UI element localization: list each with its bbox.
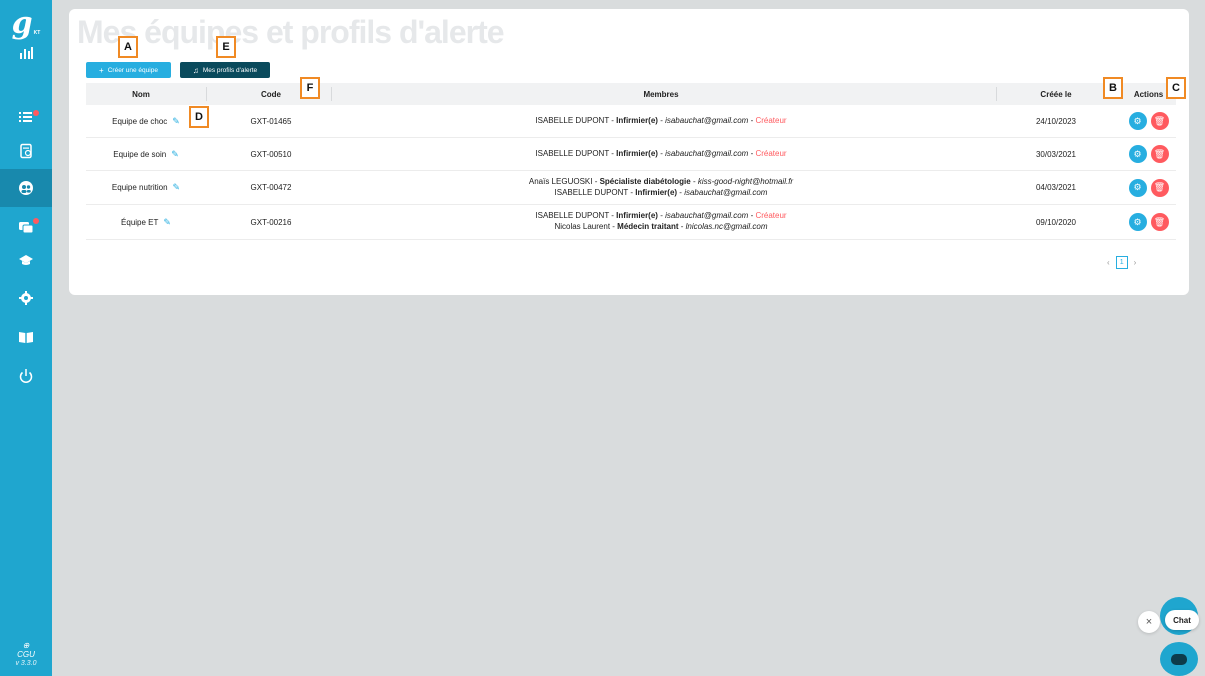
prev-page-icon[interactable]: ‹ xyxy=(1107,258,1110,267)
header-name: Nom xyxy=(132,89,150,99)
table-header: Nom Code Membres Créée le Actions xyxy=(86,83,1176,105)
header-created: Créée le xyxy=(1040,89,1072,99)
trash-icon: 🗑 xyxy=(1153,216,1166,227)
create-team-button[interactable]: + Créer une équipe xyxy=(86,62,171,78)
actions-cell: ⚙ 🗑 xyxy=(1121,205,1176,239)
member-line: ISABELLE DUPONT - Infirmier(e) - isabauc… xyxy=(535,148,787,158)
delete-button[interactable]: 🗑 xyxy=(1150,178,1169,197)
header-members: Membres xyxy=(643,89,679,99)
gear-icon: ⚙ xyxy=(1133,216,1142,227)
team-code: GXT-00216 xyxy=(250,217,292,227)
actions-cell: ⚙ 🗑 xyxy=(1121,171,1176,204)
marker-d: D xyxy=(189,106,209,128)
gear-icon: ⚙ xyxy=(1133,148,1142,159)
settings-button[interactable]: ⚙ xyxy=(1128,112,1147,130)
plus-icon: + xyxy=(99,65,104,75)
delete-button[interactable]: 🗑 xyxy=(1150,112,1169,130)
nav-teams-icon[interactable] xyxy=(0,169,52,207)
actions-cell: ⚙ 🗑 xyxy=(1121,138,1176,170)
gear-icon: ⚙ xyxy=(1133,182,1142,192)
members-cell: ISABELLE DUPONT - Infirmier(e) - isabauc… xyxy=(326,138,996,170)
table-row: Equipe de soin ✎ GXT-00510 ISABELLE DUPO… xyxy=(86,138,1176,171)
alert-profiles-button[interactable]: ♫ Mes profils d'alerte xyxy=(180,62,270,78)
bell-icon: ♫ xyxy=(192,65,199,75)
nav-book-icon[interactable] xyxy=(0,318,52,356)
edit-pencil-icon[interactable]: ✎ xyxy=(171,149,179,160)
team-code: GXT-00472 xyxy=(250,183,292,192)
pagination: ‹ 1 › xyxy=(1107,255,1136,269)
table-row: Equipe nutrition ✎ GXT-00472 Anaïs LEGUO… xyxy=(86,171,1176,205)
members-cell: ISABELLE DUPONT - Infirmier(e) - isabauc… xyxy=(326,105,996,137)
delete-button[interactable]: 🗑 xyxy=(1150,213,1169,231)
header-code: Code xyxy=(261,89,281,99)
member-line: ISABELLE DUPONT - Infirmier(e) - isabauc… xyxy=(535,211,787,221)
created-date: 09/10/2020 xyxy=(1035,217,1077,227)
created-date: 04/03/2021 xyxy=(1035,183,1077,192)
team-name-cell: Equipe de soin ✎ xyxy=(113,148,179,160)
chat-bubble-icon xyxy=(1171,653,1187,665)
trash-icon: 🗑 xyxy=(1153,115,1166,126)
member-line: Nicolas Laurent - Médecin traitant - lni… xyxy=(554,222,768,231)
members-cell: ISABELLE DUPONT - Infirmier(e) - isabauc… xyxy=(326,205,996,239)
delete-button[interactable]: 🗑 xyxy=(1150,145,1169,163)
member-line: ISABELLE DUPONT - Infirmier(e) - isabauc… xyxy=(554,187,768,197)
edit-pencil-icon[interactable]: ✎ xyxy=(163,217,171,228)
sidebar: g KT ⊕ CGU v 3.3.0 xyxy=(0,0,52,676)
marker-e: E xyxy=(216,36,236,58)
settings-button[interactable]: ⚙ xyxy=(1128,213,1147,231)
trash-icon: 🗑 xyxy=(1153,182,1166,192)
page-title: Mes équipes et profils d'alerte xyxy=(77,14,505,50)
marker-f: F xyxy=(300,77,320,99)
edit-pencil-icon[interactable]: ✎ xyxy=(172,116,180,127)
page-number[interactable]: 1 xyxy=(1115,255,1128,269)
notification-dot xyxy=(33,218,39,224)
nav-list-icon[interactable] xyxy=(0,98,52,136)
member-line: Anaïs LEGUOSKI - Spécialiste diabétologi… xyxy=(528,176,794,186)
created-date: 24/10/2023 xyxy=(1035,116,1077,126)
gear-icon: ⚙ xyxy=(1133,115,1142,126)
table-row: Équipe ET ✎ GXT-00216 ISABELLE DUPONT - … xyxy=(86,205,1176,240)
nav-document-icon[interactable] xyxy=(0,132,52,170)
members-cell: Anaïs LEGUOSKI - Spécialiste diabétologi… xyxy=(326,171,996,204)
marker-c: C xyxy=(1166,77,1186,99)
team-name-cell: Equipe de choc ✎ xyxy=(112,115,180,127)
chat-label[interactable]: Chat xyxy=(1165,610,1199,630)
team-code: GXT-00510 xyxy=(250,149,292,159)
trash-icon: 🗑 xyxy=(1153,148,1166,159)
marker-a: A xyxy=(118,36,138,58)
cgu-link[interactable]: ⊕ CGU v 3.3.0 xyxy=(0,641,52,667)
created-date: 30/03/2021 xyxy=(1035,149,1077,159)
actions-cell: ⚙ 🗑 xyxy=(1121,105,1176,137)
nav-power-icon[interactable] xyxy=(0,357,52,395)
team-name-cell: Equipe nutrition ✎ xyxy=(111,182,181,193)
nav-settings-icon[interactable] xyxy=(0,279,52,317)
table-row: Equipe de choc ✎ GXT-01465 ISABELLE DUPO… xyxy=(86,105,1176,138)
marker-b: B xyxy=(1103,77,1123,99)
edit-pencil-icon[interactable]: ✎ xyxy=(173,182,181,193)
chat-close-icon[interactable]: × xyxy=(1138,611,1160,633)
notification-dot xyxy=(33,110,39,116)
settings-button[interactable]: ⚙ xyxy=(1128,178,1147,197)
next-page-icon[interactable]: › xyxy=(1134,258,1137,267)
team-code: GXT-01465 xyxy=(250,116,292,126)
settings-button[interactable]: ⚙ xyxy=(1128,145,1147,163)
team-name-cell: Équipe ET ✎ xyxy=(121,216,171,228)
nav-chart-icon[interactable] xyxy=(0,34,52,72)
chat-open-button[interactable] xyxy=(1160,642,1198,676)
header-divider xyxy=(206,87,207,101)
member-line: ISABELLE DUPONT - Infirmier(e) - isabauc… xyxy=(535,115,787,125)
header-divider xyxy=(996,87,997,101)
nav-graduation-icon[interactable] xyxy=(0,241,52,279)
